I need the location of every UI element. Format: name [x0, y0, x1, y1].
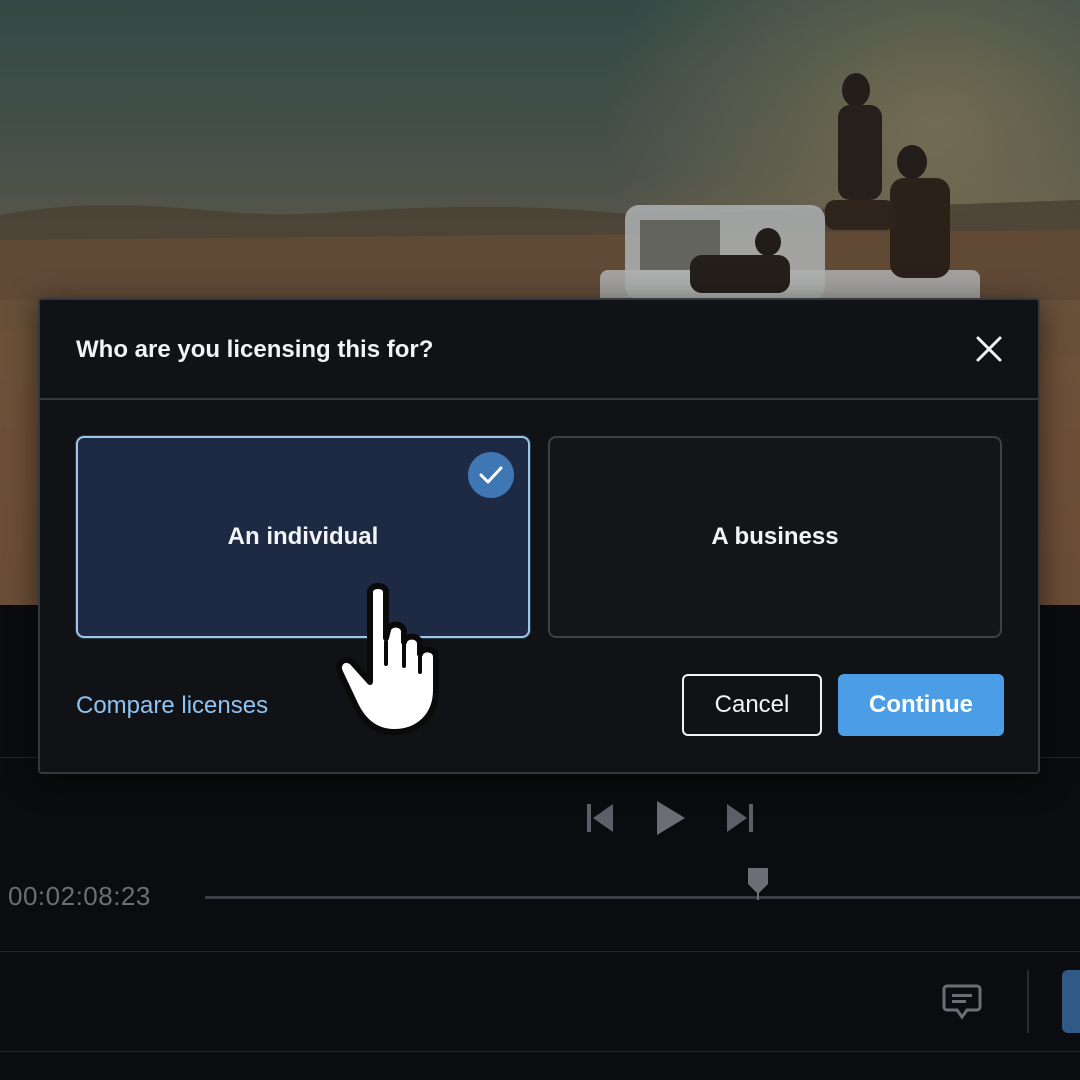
comment-icon[interactable]: [940, 982, 984, 1022]
option-business-card[interactable]: A business: [548, 436, 1002, 638]
transport-controls: [580, 795, 760, 841]
option-individual-card[interactable]: An individual: [76, 436, 530, 638]
licensing-dialog: Who are you licensing this for? An indiv…: [38, 298, 1040, 774]
play-icon[interactable]: [650, 795, 690, 841]
option-label: An individual: [227, 523, 379, 550]
dialog-header: Who are you licensing this for?: [40, 300, 1038, 400]
check-icon: [468, 452, 514, 498]
divider: [0, 1051, 1080, 1052]
timeline-track[interactable]: [205, 896, 1080, 899]
compare-licenses-link[interactable]: Compare licenses: [76, 692, 268, 720]
divider: [0, 951, 1080, 952]
dialog-title: Who are you licensing this for?: [76, 336, 434, 363]
continue-button[interactable]: Continue: [838, 674, 1004, 736]
side-panel-tab[interactable]: [1062, 970, 1080, 1033]
close-icon[interactable]: [970, 330, 1008, 368]
timecode: 00:02:08:23: [8, 881, 151, 911]
option-label: A business: [711, 523, 839, 550]
skip-forward-icon[interactable]: [720, 795, 760, 841]
skip-back-icon[interactable]: [580, 795, 620, 841]
cancel-button[interactable]: Cancel: [682, 674, 822, 736]
playhead-marker-icon[interactable]: [746, 866, 770, 900]
toolbar-separator: [1027, 970, 1029, 1033]
